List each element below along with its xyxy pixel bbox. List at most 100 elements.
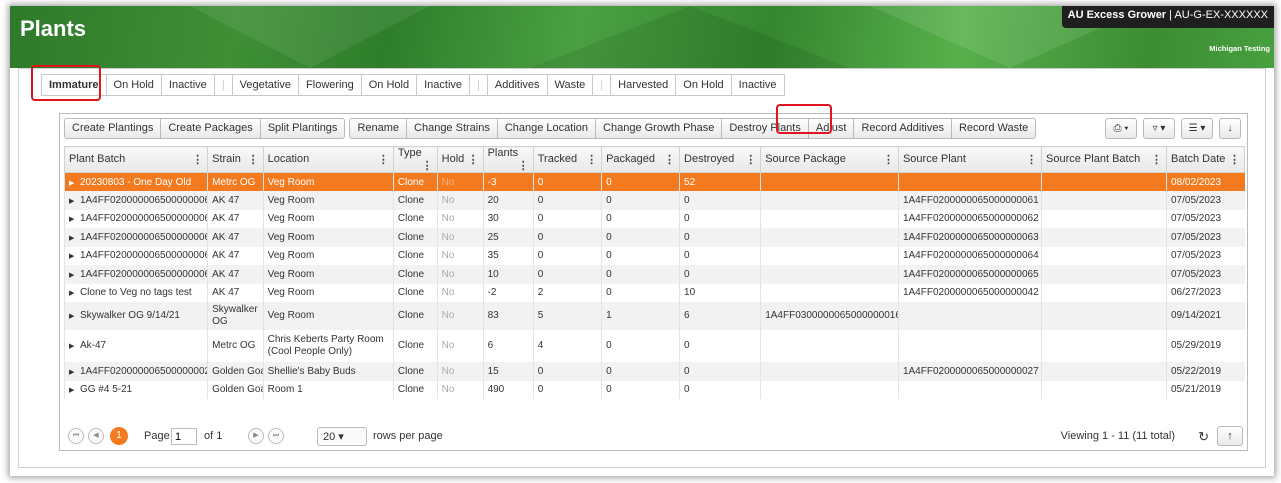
cell-type: Clone (392, 380, 438, 399)
change-growth-phase-button[interactable]: Change Growth Phase (596, 118, 723, 139)
tab-harvested[interactable]: Harvested (611, 74, 677, 96)
col-destroyed[interactable]: Destroyed ⋮ (679, 146, 762, 173)
cell-batch-date: 08/02/2023 (1165, 172, 1245, 191)
prev-page-icon[interactable]: ◀ (88, 428, 104, 444)
download-icon[interactable]: ↓ (1219, 118, 1241, 139)
tab-immature-on-hold[interactable]: On Hold (106, 74, 162, 96)
cell-tracked: 0 (532, 228, 602, 247)
cell-source-plant: 1A4FF0200000065000000042 (897, 283, 1042, 302)
col-source-plant-batch[interactable]: Source Plant Batch ⋮ (1041, 146, 1167, 173)
cell-packaged: 0 (601, 380, 680, 399)
change-strains-button[interactable]: Change Strains (407, 118, 498, 139)
table-row[interactable]: ▶ Skywalker OG 9/14/21 Skywalker OG Veg Ro… (63, 302, 1245, 330)
col-source-package[interactable]: Source Package ⋮ (760, 146, 899, 173)
table-row[interactable]: ▶ 1A4FF0200000065000000065 AK 47 Veg Room C… (63, 265, 1245, 284)
table-row[interactable]: ▶ 1A4FF0200000065000000061 AK 47 Veg Room C… (63, 191, 1245, 210)
cell-hold: No (436, 302, 484, 330)
col-batch-date[interactable]: Batch Date ⋮ (1165, 146, 1246, 173)
page-number-input[interactable] (171, 428, 197, 445)
cell-batch-date: 05/29/2019 (1165, 330, 1245, 362)
table-row[interactable]: ▶ 1A4FF0200000065000000027Golden GoatShe… (63, 362, 1245, 381)
expand-row-icon[interactable]: ▶ (69, 198, 74, 205)
table-row[interactable]: ▶ GG #4 5-21Golden GoatRoom 1CloneNo4900… (63, 380, 1245, 399)
expand-row-icon[interactable]: ▶ (69, 387, 74, 394)
cell-destroyed: 0 (679, 246, 761, 265)
tab-bar: Immature On Hold Inactive | Vegetative F… (41, 74, 785, 96)
tab-additives[interactable]: Additives (487, 74, 548, 96)
tab-immature-inactive[interactable]: Inactive (161, 74, 215, 96)
tab-waste[interactable]: Waste (547, 74, 594, 96)
table-row[interactable]: ▶ Clone to Veg no tags test AK 47 Veg Room… (63, 283, 1245, 302)
printer-icon[interactable]: ⎙ ▾ (1105, 118, 1137, 139)
cell-location: Veg Room (262, 191, 394, 210)
cell-batch-date: 07/05/2023 (1165, 246, 1245, 265)
col-source-plant[interactable]: Source Plant ⋮ (897, 146, 1043, 173)
expand-row-icon[interactable]: ▶ (69, 343, 74, 350)
pagination-bar: ⏮ ◀ 1 Page of 1 ▶ ⏭ 20 ▾ rows per page V… (64, 426, 1245, 448)
record-waste-button[interactable]: Record Waste (951, 118, 1037, 139)
cell-source-plant (897, 330, 1042, 362)
col-tracked[interactable]: Tracked ⋮ (532, 146, 603, 173)
create-packages-button[interactable]: Create Packages (161, 118, 261, 139)
table-row[interactable]: ▶ 1A4FF0200000065000000064 AK 47 Veg Room C… (63, 246, 1245, 265)
cell-strain: AK 47 (207, 191, 264, 210)
expand-row-icon[interactable]: ▶ (69, 180, 74, 187)
col-packaged[interactable]: Packaged ⋮ (601, 146, 681, 173)
table-header: Plant Batch ⋮ Strain ⋮ Location ⋮ Type ⋮ Hol… (63, 146, 1246, 173)
facility-name[interactable]: Michigan Testing (1209, 44, 1270, 53)
split-plantings-button[interactable]: Split Plantings (260, 118, 346, 139)
table-row[interactable]: ▶ 1A4FF0200000065000000062 AK 47 Veg Room C… (63, 209, 1245, 228)
col-type[interactable]: Type ⋮ (392, 146, 438, 173)
current-page-indicator[interactable]: 1 (110, 427, 128, 445)
cell-destroyed: 52 (679, 172, 761, 191)
cell-location: Veg Room (262, 283, 394, 302)
expand-row-icon[interactable]: ▶ (69, 272, 74, 279)
tab-harvested-on-hold[interactable]: On Hold (676, 74, 732, 96)
scroll-top-icon[interactable]: ↑ (1217, 426, 1243, 446)
record-additives-button[interactable]: Record Additives (854, 118, 952, 139)
table-row[interactable]: ▶ Ak-47 Metrc OG Chris Keberts Party Room … (63, 330, 1245, 362)
tab-separator: | (593, 74, 612, 96)
cell-tracked: 0 (532, 209, 602, 228)
cell-packaged: 0 (601, 330, 680, 362)
filter-icon[interactable]: ▿ ▾ (1143, 118, 1175, 139)
page-size-select[interactable]: 20 ▾ (317, 427, 367, 446)
col-plant-batch[interactable]: Plant Batch ⋮ (63, 146, 209, 173)
cell-plant-batch: ▶ 1A4FF0200000065000000065 (63, 265, 208, 284)
cell-plant-batch: ▶ 1A4FF0200000065000000027 (63, 362, 208, 381)
cell-source-plant-batch (1041, 209, 1167, 228)
col-hold[interactable]: Hold ⋮ (436, 146, 484, 173)
change-location-button[interactable]: Change Location (497, 118, 597, 139)
cell-batch-date: 07/05/2023 (1165, 265, 1245, 284)
last-page-icon[interactable]: ⏭ (268, 428, 284, 444)
tab-flowering[interactable]: Flowering (299, 74, 362, 96)
col-location[interactable]: Location ⋮ (262, 146, 394, 173)
refresh-icon[interactable]: ↻ (1198, 429, 1209, 445)
tab-plants-inactive[interactable]: Inactive (417, 74, 471, 96)
col-plants[interactable]: Plants ⋮ (482, 146, 534, 173)
next-page-icon[interactable]: ▶ (248, 428, 264, 444)
expand-row-icon[interactable]: ▶ (69, 313, 74, 320)
cell-plants: 10 (482, 265, 534, 284)
table-row[interactable]: ▶ 20230803 - One Day Old Metrc OG Veg Room… (63, 172, 1245, 191)
cell-batch-date: 05/22/2019 (1165, 362, 1245, 381)
cell-source-plant: 1A4FF0200000065000000061 (897, 191, 1042, 210)
expand-row-icon[interactable]: ▶ (69, 290, 74, 297)
cell-plants: 15 (482, 362, 534, 381)
user-menu[interactable]: AU Excess Grower | AU-G-EX-XXXXXX (1061, 6, 1274, 28)
tab-vegetative[interactable]: Vegetative (232, 74, 300, 96)
first-page-icon[interactable]: ⏮ (68, 428, 84, 444)
create-plantings-button[interactable]: Create Plantings (64, 118, 162, 139)
expand-row-icon[interactable]: ▶ (69, 235, 74, 242)
rename-button[interactable]: Rename (349, 118, 408, 139)
tab-plants-on-hold[interactable]: On Hold (361, 74, 418, 96)
table-row[interactable]: ▶ 1A4FF0200000065000000063 AK 47 Veg Room C… (63, 228, 1245, 247)
expand-row-icon[interactable]: ▶ (69, 369, 74, 376)
col-strain[interactable]: Strain ⋮ (207, 146, 264, 173)
cell-location: Veg Room (262, 246, 394, 265)
columns-icon[interactable]: ☰ ▾ (1181, 118, 1213, 139)
cell-batch-date: 06/27/2023 (1165, 283, 1245, 302)
expand-row-icon[interactable]: ▶ (69, 216, 74, 223)
tab-harvested-inactive[interactable]: Inactive (731, 74, 785, 96)
expand-row-icon[interactable]: ▶ (69, 253, 74, 260)
